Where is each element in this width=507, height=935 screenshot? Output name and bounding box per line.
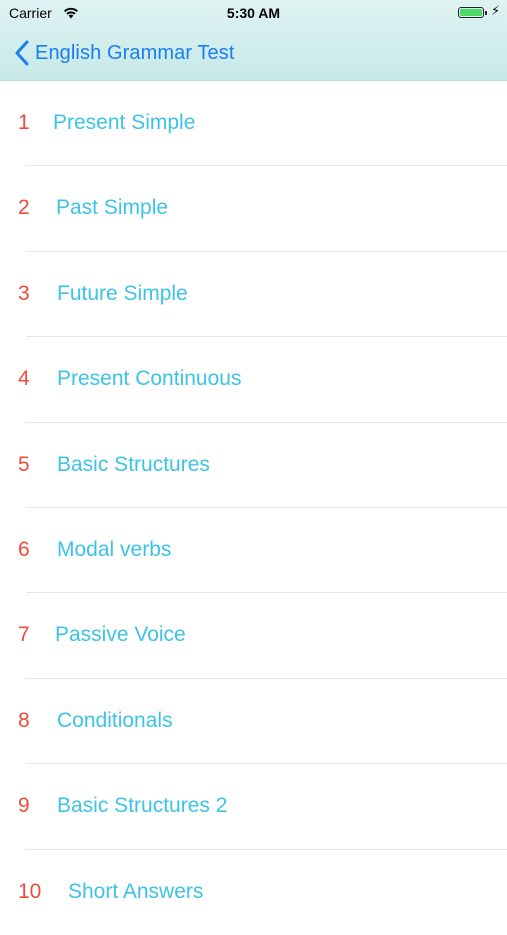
item-number: 3 — [18, 281, 30, 305]
lightning-bolt-icon: ⚡ — [491, 3, 501, 18]
item-number: 5 — [18, 452, 30, 476]
status-bar: Carrier 5:30 AM ⚡ — [0, 0, 507, 28]
list-item[interactable]: 7 Passive Voice — [0, 593, 507, 679]
item-title: Passive Voice — [55, 623, 186, 647]
item-title: Basic Structures 2 — [57, 794, 228, 818]
item-title: Present Continuous — [57, 367, 242, 391]
item-title: Present Simple — [53, 111, 196, 134]
item-title: Future Simple — [57, 281, 188, 305]
item-number: 7 — [18, 623, 30, 647]
list-item[interactable]: 10 Short Answers — [0, 850, 507, 935]
list-item[interactable]: 9 Basic Structures 2 — [0, 764, 507, 850]
status-time: 5:30 AM — [226, 5, 281, 21]
list-item[interactable]: 4 Present Continuous — [0, 337, 507, 423]
item-title: Past Simple — [56, 196, 169, 220]
topic-list: 1 Present Simple 2 Past Simple 3 Future … — [0, 81, 507, 935]
list-item[interactable]: 8 Conditionals — [0, 679, 507, 765]
navigation-header: Carrier 5:30 AM ⚡ English Grammar Test — [0, 0, 507, 81]
item-number: 8 — [18, 708, 30, 732]
battery-icon — [458, 7, 487, 18]
list-item[interactable]: 2 Past Simple — [0, 166, 507, 252]
back-button[interactable]: English Grammar Test — [14, 38, 234, 68]
list-item[interactable]: 3 Future Simple — [0, 252, 507, 338]
back-button-label: English Grammar Test — [35, 41, 235, 64]
list-item[interactable]: 6 Modal verbs — [0, 508, 507, 594]
item-title: Conditionals — [57, 708, 173, 732]
list-item[interactable]: 1 Present Simple — [0, 81, 507, 167]
item-number: 2 — [18, 196, 30, 220]
item-number: 4 — [18, 367, 30, 391]
item-title: Basic Structures — [57, 452, 210, 476]
item-number: 1 — [18, 111, 30, 134]
chevron-left-icon — [15, 40, 29, 66]
item-title: Modal verbs — [57, 537, 172, 561]
item-number: 9 — [18, 794, 30, 818]
item-number: 6 — [18, 537, 30, 561]
list-item[interactable]: 5 Basic Structures — [0, 423, 507, 508]
nav-bar: English Grammar Test — [0, 30, 507, 76]
